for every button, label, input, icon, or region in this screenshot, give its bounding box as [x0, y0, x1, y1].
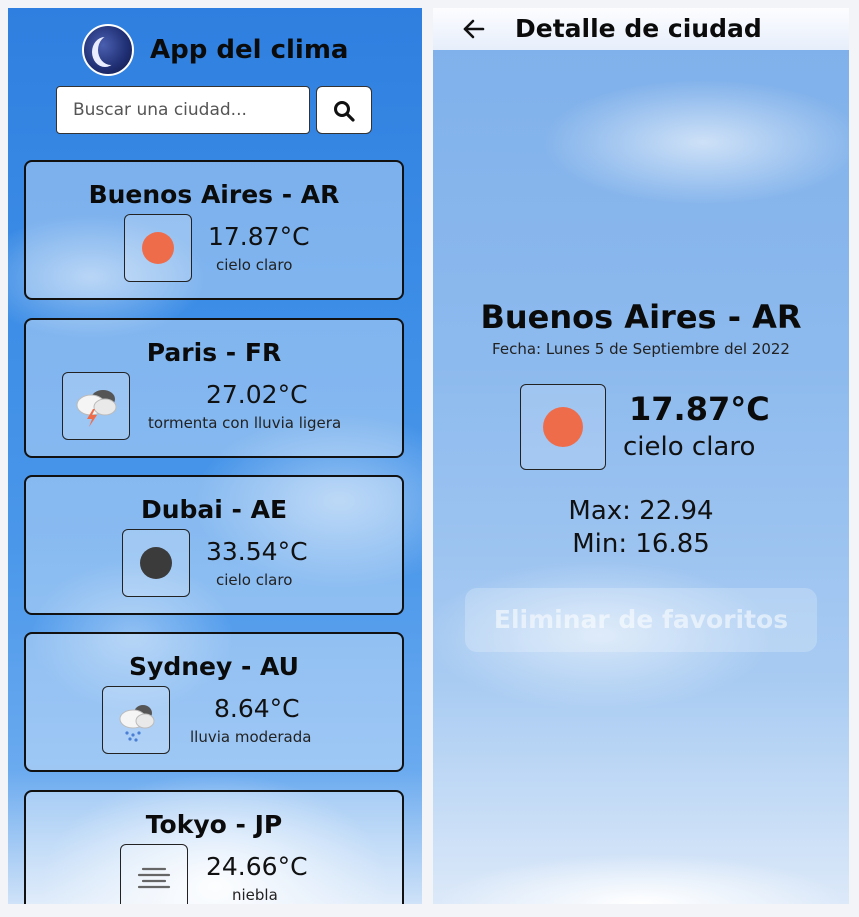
search-button[interactable] [316, 86, 372, 134]
min-temperature: Min: 16.85 [572, 529, 710, 559]
remove-favorite-button[interactable]: Eliminar de favoritos [465, 588, 817, 652]
weather-icon-box [122, 529, 190, 597]
detail-temperature: 17.87°C [629, 390, 770, 428]
city-detail-screen: Detalle de ciudad Buenos Aires - AR Fech… [433, 8, 849, 904]
city-card[interactable]: Paris - FR 27.02°C tormenta con lluvia l… [24, 318, 404, 458]
weather-description: tormenta con lluvia ligera [148, 414, 342, 432]
weather-description: cielo claro [216, 571, 293, 589]
mist-icon [137, 867, 171, 889]
city-list-screen: App del clima Buscar una ciudad... Bueno… [8, 8, 422, 904]
weather-description: lluvia moderada [190, 728, 312, 746]
city-card[interactable]: Sydney - AU 8.64°C lluvia moderada [24, 632, 404, 772]
detail-title: Detalle de ciudad [515, 14, 762, 43]
detail-top-bar: Detalle de ciudad [433, 8, 849, 50]
detail-description: cielo claro [623, 432, 756, 462]
weather-icon-box [124, 214, 192, 282]
search-icon [334, 101, 355, 122]
detail-date: Fecha: Lunes 5 de Septiembre del 2022 [492, 340, 790, 358]
temperature: 33.54°C [206, 537, 308, 566]
weather-description: cielo claro [216, 256, 293, 274]
weather-icon-box [102, 686, 170, 754]
temperature: 8.64°C [214, 694, 300, 723]
city-name: Paris - FR [146, 338, 282, 367]
arrow-left-icon [463, 19, 485, 39]
rain-icon [119, 705, 155, 742]
thunderstorm-icon [76, 390, 117, 427]
clear-sun-icon [142, 232, 174, 264]
back-button[interactable] [461, 16, 487, 42]
city-card[interactable]: Tokyo - JP 24.66°C niebla [24, 790, 404, 904]
max-temperature: Max: 22.94 [568, 496, 714, 526]
weather-description: niebla [232, 886, 278, 904]
temperature: 27.02°C [206, 380, 308, 409]
clear-sun-icon [543, 407, 583, 447]
moon-logo-icon [82, 24, 134, 76]
city-name: Buenos Aires - AR [88, 180, 340, 209]
detail-weather-icon-box [520, 384, 606, 470]
city-name: Dubai - AE [140, 495, 288, 524]
app-header: App del clima [8, 24, 422, 80]
city-card[interactable]: Buenos Aires - AR 17.87°C cielo claro [24, 160, 404, 300]
city-name: Sydney - AU [129, 652, 299, 681]
detail-city-name: Buenos Aires - AR [480, 298, 802, 336]
city-name: Tokyo - JP [145, 810, 283, 839]
temperature: 17.87°C [208, 222, 310, 251]
weather-icon-box [120, 844, 188, 904]
clear-night-icon [140, 547, 172, 579]
temperature: 24.66°C [206, 852, 308, 881]
city-card[interactable]: Dubai - AE 33.54°C cielo claro [24, 475, 404, 615]
weather-icon-box [62, 372, 130, 440]
search-input[interactable]: Buscar una ciudad... [56, 86, 310, 134]
app-title: App del clima [150, 35, 349, 65]
